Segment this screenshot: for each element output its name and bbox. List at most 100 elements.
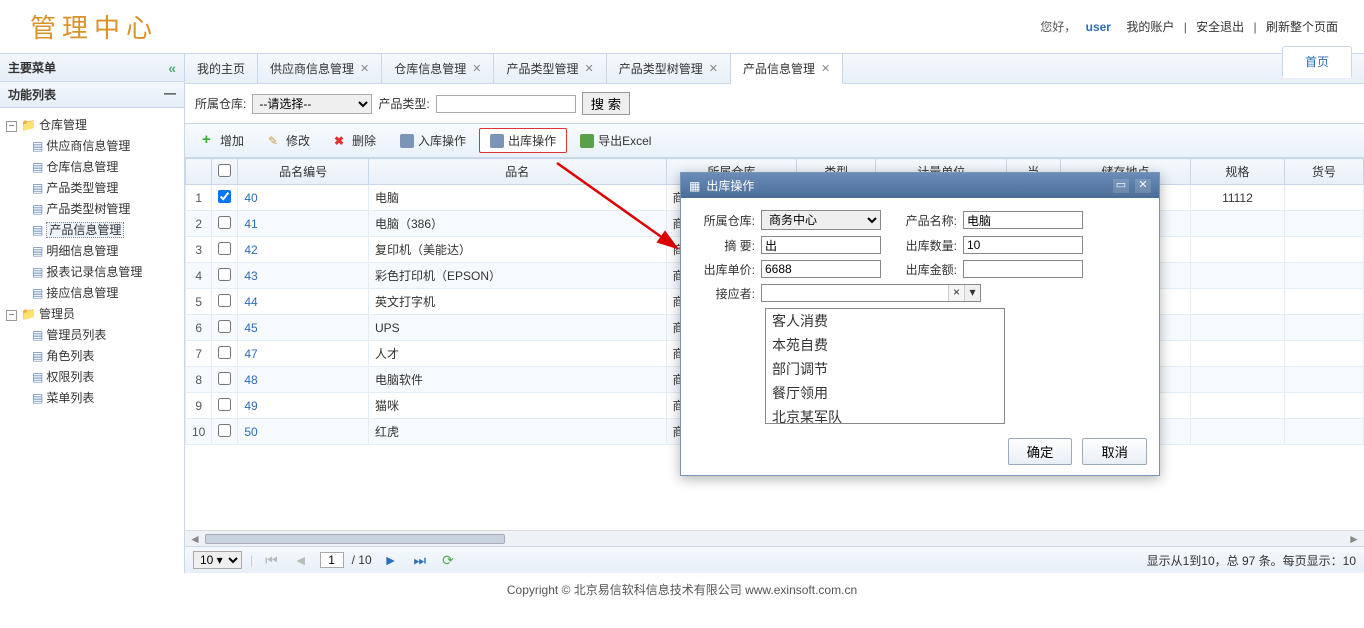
plus-icon: + bbox=[202, 134, 216, 148]
nav-item[interactable]: ▤产品类型树管理 bbox=[32, 198, 180, 219]
row-checkbox[interactable] bbox=[218, 242, 231, 255]
refresh-link[interactable]: 刷新整个页面 bbox=[1266, 20, 1338, 34]
tree-toggle-icon[interactable]: − bbox=[6, 121, 17, 132]
list-option[interactable]: 客人消费 bbox=[766, 309, 1004, 333]
add-button[interactable]: +增加 bbox=[191, 128, 255, 153]
row-checkbox[interactable] bbox=[218, 190, 231, 203]
nav-item[interactable]: ▤接应信息管理 bbox=[32, 282, 180, 303]
delete-icon: ✖ bbox=[334, 134, 348, 148]
tab-close-icon[interactable]: ✕ bbox=[472, 62, 481, 75]
export-button[interactable]: 导出Excel bbox=[569, 128, 662, 153]
dlg-ok-button[interactable]: 确定 bbox=[1008, 438, 1073, 465]
list-option[interactable]: 部门调节 bbox=[766, 357, 1004, 381]
nav-item[interactable]: ▤菜单列表 bbox=[32, 387, 180, 408]
page-icon: ▤ bbox=[32, 202, 43, 216]
pager: 10 ▾ | ⏮ ◄ / 10 ► ⏭ ⟳ 显示从1到10，总 97 条。每页显… bbox=[185, 546, 1364, 573]
dlg-price-input[interactable] bbox=[761, 260, 881, 278]
header-links: 您好， user 我的账户 | 安全退出 | 刷新整个页面 bbox=[1040, 18, 1344, 35]
dlg-warehouse-select[interactable]: 商务中心 bbox=[761, 210, 881, 230]
dialog-titlebar[interactable]: ▦ 出库操作 ▭ ✕ bbox=[681, 173, 1159, 198]
edit-button[interactable]: ✎修改 bbox=[257, 128, 321, 153]
minimize-button[interactable]: ▭ bbox=[1113, 179, 1129, 193]
app-title: 管理中心 bbox=[30, 8, 158, 45]
row-checkbox[interactable] bbox=[218, 268, 231, 281]
account-link[interactable]: 我的账户 bbox=[1126, 20, 1174, 34]
nav-item[interactable]: ▤产品信息管理 bbox=[32, 219, 180, 240]
page-input[interactable] bbox=[320, 552, 344, 568]
dlg-receiver-input[interactable] bbox=[762, 285, 948, 301]
type-input[interactable] bbox=[436, 95, 576, 113]
folder-icon: 📁 bbox=[21, 118, 36, 132]
row-checkbox[interactable] bbox=[218, 424, 231, 437]
scroll-right-icon[interactable]: ► bbox=[1348, 532, 1360, 546]
delete-button[interactable]: ✖删除 bbox=[323, 128, 387, 153]
row-checkbox[interactable] bbox=[218, 216, 231, 229]
tab-close-icon[interactable]: ✕ bbox=[585, 62, 594, 75]
dlg-productname-input[interactable] bbox=[963, 211, 1083, 229]
row-checkbox[interactable] bbox=[218, 398, 231, 411]
first-page-icon[interactable]: ⏮ bbox=[261, 552, 282, 569]
nav-item[interactable]: ▤供应商信息管理 bbox=[32, 135, 180, 156]
logout-link[interactable]: 安全退出 bbox=[1196, 20, 1244, 34]
nav-item[interactable]: ▤仓库信息管理 bbox=[32, 156, 180, 177]
tab-close-icon[interactable]: ✕ bbox=[360, 62, 369, 75]
minimize-icon[interactable]: — bbox=[164, 86, 176, 103]
tab[interactable]: 仓库信息管理✕ bbox=[382, 54, 494, 83]
page-icon: ▤ bbox=[32, 391, 43, 405]
tab[interactable]: 供应商信息管理✕ bbox=[258, 54, 382, 83]
nav-item[interactable]: ▤角色列表 bbox=[32, 345, 180, 366]
stockout-button[interactable]: 出库操作 bbox=[479, 128, 567, 153]
list-option[interactable]: 北京某军队 bbox=[766, 405, 1004, 424]
search-button[interactable]: 搜 索 bbox=[582, 92, 630, 115]
tab[interactable]: 我的主页 bbox=[185, 54, 258, 83]
dlg-receiver-combo[interactable]: × ▾ bbox=[761, 284, 981, 302]
pagesize-select[interactable]: 10 ▾ bbox=[193, 551, 242, 569]
dlg-receiver-list[interactable]: 客人消费本苑自费部门调节餐厅领用北京某军队 bbox=[765, 308, 1005, 424]
stockin-button[interactable]: 入库操作 bbox=[389, 128, 477, 153]
next-page-icon[interactable]: ► bbox=[380, 552, 402, 568]
tree-toggle-icon[interactable]: − bbox=[6, 310, 17, 321]
select-all-checkbox[interactable] bbox=[218, 164, 231, 177]
tab-close-icon[interactable]: ✕ bbox=[709, 62, 718, 75]
nav-item[interactable]: ▤管理员列表 bbox=[32, 324, 180, 345]
page-header: 管理中心 您好， user 我的账户 | 安全退出 | 刷新整个页面 bbox=[0, 0, 1364, 53]
close-button[interactable]: ✕ bbox=[1135, 179, 1151, 193]
row-checkbox[interactable] bbox=[218, 294, 231, 307]
h-scrollbar[interactable]: ◄ ► bbox=[185, 530, 1364, 546]
dlg-summary-input[interactable] bbox=[761, 236, 881, 254]
nav-item[interactable]: ▤权限列表 bbox=[32, 366, 180, 387]
combo-clear-icon[interactable]: × bbox=[948, 285, 964, 301]
row-checkbox[interactable] bbox=[218, 320, 231, 333]
refresh-icon[interactable]: ⟳ bbox=[438, 552, 458, 569]
nav-item[interactable]: ▤明细信息管理 bbox=[32, 240, 180, 261]
tab[interactable]: 产品类型树管理✕ bbox=[607, 54, 731, 83]
list-option[interactable]: 餐厅领用 bbox=[766, 381, 1004, 405]
pencil-icon: ✎ bbox=[268, 134, 282, 148]
tab[interactable]: 产品信息管理✕ bbox=[731, 54, 843, 84]
collapse-icon[interactable]: « bbox=[168, 60, 176, 76]
list-option[interactable]: 本苑自费 bbox=[766, 333, 1004, 357]
user-link[interactable]: user bbox=[1086, 20, 1111, 34]
home-tab[interactable]: 首页 bbox=[1282, 46, 1352, 78]
combo-dropdown-icon[interactable]: ▾ bbox=[964, 285, 980, 301]
sidebar-main-header: 主要菜单 « bbox=[0, 54, 184, 82]
dlg-cancel-button[interactable]: 取消 bbox=[1082, 438, 1147, 465]
nav-item[interactable]: ▤产品类型管理 bbox=[32, 177, 180, 198]
row-checkbox[interactable] bbox=[218, 346, 231, 359]
sidebar: 主要菜单 « 功能列表 — −📁仓库管理▤供应商信息管理▤仓库信息管理▤产品类型… bbox=[0, 54, 185, 573]
page-icon: ▤ bbox=[32, 244, 43, 258]
tab-close-icon[interactable]: ✕ bbox=[821, 62, 830, 75]
nav-item[interactable]: ▤报表记录信息管理 bbox=[32, 261, 180, 282]
last-page-icon[interactable]: ⏭ bbox=[409, 552, 430, 569]
nav-tree: −📁仓库管理▤供应商信息管理▤仓库信息管理▤产品类型管理▤产品类型树管理▤产品信… bbox=[0, 108, 184, 414]
tab[interactable]: 产品类型管理✕ bbox=[494, 54, 606, 83]
page-icon: ▤ bbox=[32, 265, 43, 279]
prev-page-icon[interactable]: ◄ bbox=[290, 552, 312, 568]
dlg-amount-input[interactable] bbox=[963, 260, 1083, 278]
row-checkbox[interactable] bbox=[218, 372, 231, 385]
dlg-qty-input[interactable] bbox=[963, 236, 1083, 254]
stockout-dialog: ▦ 出库操作 ▭ ✕ 所属仓库: 商务中心 产品名称: 摘 要: 出库数量: 出… bbox=[680, 172, 1160, 476]
scroll-left-icon[interactable]: ◄ bbox=[189, 532, 201, 546]
warehouse-select[interactable]: --请选择-- bbox=[252, 94, 372, 114]
scroll-thumb[interactable] bbox=[205, 534, 505, 544]
